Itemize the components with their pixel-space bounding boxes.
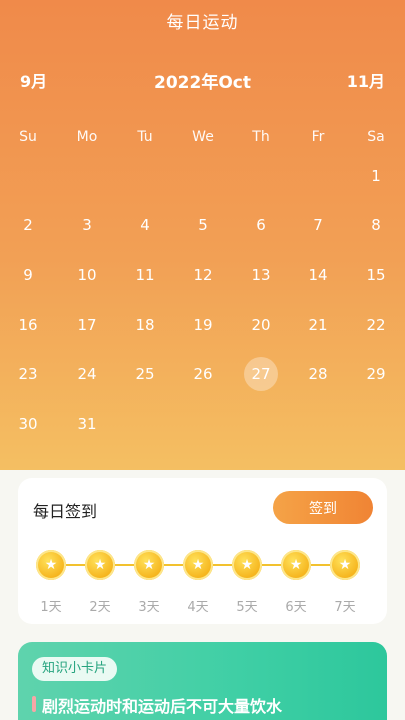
checkin-day-label: 1天 <box>40 600 62 615</box>
knowledge-card[interactable]: 知识小卡片 剧烈运动时和运动后不可大量饮水 <box>18 642 387 720</box>
calendar-day[interactable]: 9 <box>11 258 45 292</box>
calendar-day[interactable]: 3 <box>70 208 104 242</box>
calendar-day[interactable]: 6 <box>244 208 278 242</box>
calendar-day[interactable]: 30 <box>11 407 45 441</box>
calendar-day[interactable]: 17 <box>70 308 104 342</box>
checkin-day-label: 7天 <box>334 600 356 615</box>
calendar-day[interactable]: 13 <box>244 258 278 292</box>
coin-star-icon: ★ <box>281 550 311 580</box>
coin-star-icon: ★ <box>36 550 66 580</box>
coin-star-icon: ★ <box>232 550 262 580</box>
checkin-day-label: 6天 <box>285 600 307 615</box>
calendar-day[interactable]: 4 <box>128 208 162 242</box>
coin-star-icon: ★ <box>183 550 213 580</box>
checkin-day-label: 4天 <box>187 600 209 615</box>
coin-star-icon: ★ <box>85 550 115 580</box>
knowledge-text: 剧烈运动时和运动后不可大量饮水 <box>42 697 283 716</box>
checkin-day-label: 3天 <box>138 600 160 615</box>
checkin-day-label: 2天 <box>89 600 111 615</box>
calendar-day[interactable]: 28 <box>301 357 335 391</box>
calendar-day[interactable]: 18 <box>128 308 162 342</box>
calendar-day[interactable]: 29 <box>359 357 393 391</box>
calendar-day[interactable]: 1 <box>359 159 393 193</box>
calendar-day[interactable]: 5 <box>186 208 220 242</box>
calendar-day[interactable]: 24 <box>70 357 104 391</box>
coin-star-icon: ★ <box>134 550 164 580</box>
calendar-day-grid: 1 2 3 4 5 6 7 8 9 10 11 12 13 14 15 16 17 18 19 20 21 22 23 24 2… <box>0 0 405 470</box>
calendar-day[interactable]: 10 <box>70 258 104 292</box>
calendar-day[interactable]: 15 <box>359 258 393 292</box>
calendar-day[interactable]: 22 <box>359 308 393 342</box>
calendar-day[interactable]: 16 <box>11 308 45 342</box>
calendar-day-today[interactable]: 27 <box>244 357 278 391</box>
checkin-card: 每日签到 签到 ★ 1天 ★ 2天 ★ 3天 ★ 4天 ★ 5天 ★ 6天 ★ 7天 <box>18 478 387 624</box>
calendar-day[interactable]: 21 <box>301 308 335 342</box>
calendar-day[interactable]: 19 <box>186 308 220 342</box>
calendar-day[interactable]: 25 <box>128 357 162 391</box>
coin-star-icon: ★ <box>330 550 360 580</box>
checkin-button[interactable]: 签到 <box>273 491 373 524</box>
calendar-day[interactable]: 11 <box>128 258 162 292</box>
knowledge-tag: 知识小卡片 <box>32 657 118 681</box>
calendar-day[interactable]: 8 <box>359 208 393 242</box>
calendar-day[interactable]: 26 <box>186 357 220 391</box>
calendar-day[interactable]: 23 <box>11 357 45 391</box>
calendar-day[interactable]: 7 <box>301 208 335 242</box>
calendar-header-background: 每日运动 9月 2022年Oct 11月 Su Mo Tu We Th Fr Sa 1234… <box>0 0 405 470</box>
calendar-day[interactable]: 20 <box>244 308 278 342</box>
calendar-day[interactable]: 31 <box>70 407 104 441</box>
calendar-day[interactable]: 12 <box>186 258 220 292</box>
checkin-day-label: 5天 <box>236 600 258 615</box>
calendar-day[interactable]: 14 <box>301 258 335 292</box>
knowledge-accent-bar <box>32 696 36 712</box>
calendar-day[interactable]: 2 <box>11 208 45 242</box>
checkin-title: 每日签到 <box>33 502 98 521</box>
